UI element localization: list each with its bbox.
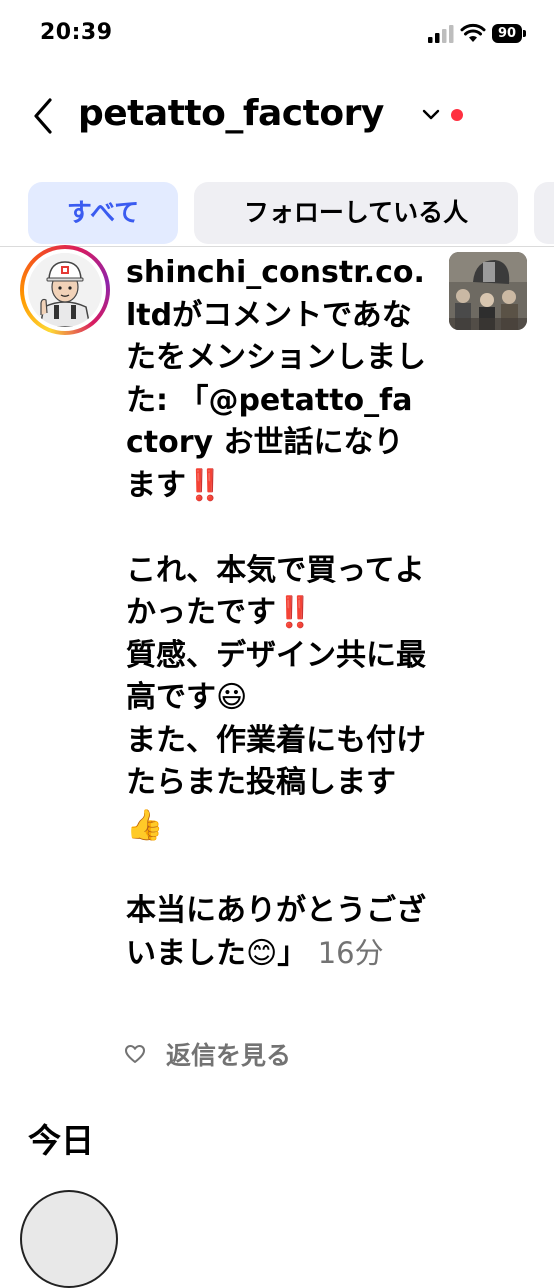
tab-more[interactable] bbox=[534, 182, 554, 244]
status-time: 20:39 bbox=[40, 20, 113, 45]
divider bbox=[0, 246, 554, 247]
story-ring[interactable] bbox=[20, 245, 110, 335]
comment-mid-2: 質感、デザイン共に最高です bbox=[126, 637, 426, 716]
smiling-emoji-icon: 😊 bbox=[246, 936, 278, 971]
chevron-left-icon[interactable] bbox=[30, 94, 60, 138]
comment-close: 」 bbox=[277, 936, 308, 971]
view-replies-button[interactable]: 返信を見る bbox=[166, 1036, 291, 1072]
notification-dot bbox=[451, 109, 463, 121]
section-header-today: 今日 bbox=[28, 1121, 94, 1160]
filter-tabs: すべて フォローしている人 bbox=[0, 182, 554, 244]
account-title[interactable]: petatto_factory bbox=[78, 93, 384, 134]
timestamp: 16分 bbox=[317, 936, 384, 970]
wifi-icon bbox=[460, 23, 486, 42]
worker-avatar[interactable] bbox=[28, 253, 102, 327]
tab-all[interactable]: すべて bbox=[28, 182, 178, 244]
smiley-emoji-icon: 😃 bbox=[216, 680, 248, 715]
signal-icon bbox=[428, 25, 454, 43]
status-bar: 20:39 90 bbox=[0, 0, 554, 70]
battery-icon: 90 bbox=[492, 24, 522, 43]
comment-mid-3: また、作業着にも付けたらまた投稿します bbox=[126, 722, 426, 801]
double-exclamation-emoji-icon: ‼️ bbox=[186, 467, 224, 503]
battery-tip bbox=[523, 30, 526, 37]
avatar[interactable] bbox=[20, 1190, 118, 1288]
header: petatto_factory bbox=[0, 80, 554, 160]
thumbnail-image bbox=[449, 252, 527, 330]
double-exclamation-emoji-icon: ‼️ bbox=[276, 595, 314, 630]
tab-following[interactable]: フォローしている人 bbox=[194, 182, 518, 244]
thumbs-up-emoji-icon: 👍 bbox=[126, 807, 164, 843]
notification-text[interactable]: shinchi_constr.co.ltdがコメントであなたをメンションしました… bbox=[126, 252, 426, 976]
chevron-down-icon[interactable] bbox=[422, 108, 440, 122]
heart-icon[interactable] bbox=[124, 1044, 146, 1064]
post-thumbnail[interactable] bbox=[449, 252, 527, 330]
avatar-illustration bbox=[28, 253, 102, 327]
